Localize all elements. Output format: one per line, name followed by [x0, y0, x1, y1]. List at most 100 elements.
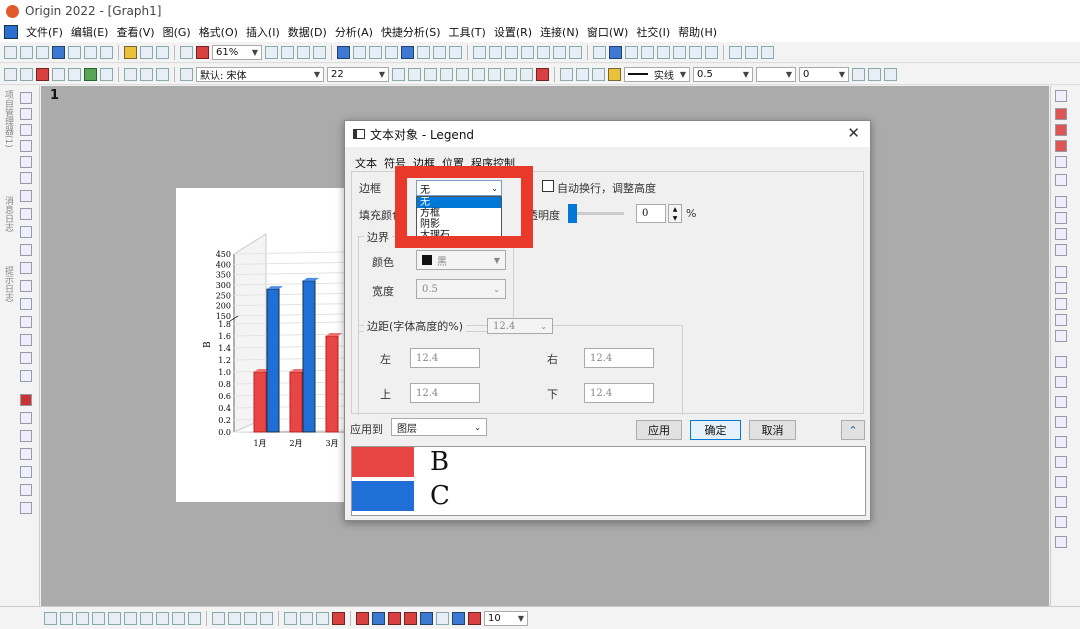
- menu-item-0[interactable]: 文件(F): [22, 24, 67, 40]
- new-matrix-icon[interactable]: [36, 45, 49, 59]
- z-axis-icon[interactable]: [625, 45, 638, 59]
- new-project-icon[interactable]: [4, 45, 17, 59]
- data-reader-icon[interactable]: [20, 172, 32, 184]
- plot-setup-icon[interactable]: [84, 67, 97, 81]
- right-margin-input[interactable]: 12.4: [584, 348, 654, 368]
- save-icon[interactable]: [140, 45, 153, 59]
- more-tools-icon[interactable]: [1055, 536, 1067, 548]
- same-height-icon[interactable]: [1055, 298, 1067, 310]
- font-combo[interactable]: 默认: 宋体 ▼: [196, 66, 324, 82]
- region-draw-icon[interactable]: [20, 334, 32, 346]
- object-manager-icon[interactable]: [1055, 90, 1067, 102]
- paste-icon[interactable]: [156, 67, 169, 81]
- menu-item-4[interactable]: 格式(O): [195, 24, 242, 40]
- align-right-icon[interactable]: [1055, 212, 1067, 224]
- project-explorer-tab[interactable]: 项目管理器(1): [2, 90, 14, 148]
- statistics-icon[interactable]: [489, 45, 502, 59]
- insert-image-icon[interactable]: [20, 448, 32, 460]
- bottom-margin-input[interactable]: 12.4: [584, 383, 654, 403]
- back-icon[interactable]: [1055, 330, 1067, 342]
- line-style-combo[interactable]: 实线 ▼: [624, 66, 690, 82]
- plot-scatter-icon[interactable]: [1055, 140, 1067, 152]
- script-window-icon[interactable]: [369, 45, 382, 59]
- 3d-wire-icon[interactable]: [260, 611, 273, 625]
- cancel-button[interactable]: 取消: [749, 420, 796, 440]
- menu-item-5[interactable]: 插入(I): [242, 24, 284, 40]
- graph-window-icon[interactable]: [401, 45, 414, 59]
- arrow-tool-icon[interactable]: [20, 244, 32, 256]
- contour-plot-icon[interactable]: [140, 611, 153, 625]
- new-layout-icon[interactable]: [84, 45, 97, 59]
- grid-snap-icon[interactable]: [1055, 496, 1067, 508]
- pattern-combo[interactable]: ▼: [756, 66, 796, 82]
- ternary-plot-icon[interactable]: [188, 611, 201, 625]
- 3d-scatter-icon[interactable]: [244, 611, 257, 625]
- print-icon[interactable]: [265, 45, 278, 59]
- color-map-icon[interactable]: [332, 611, 345, 625]
- zoom-combo[interactable]: 61% ▼: [212, 44, 262, 60]
- superscript-icon[interactable]: [440, 67, 453, 81]
- bar-chart-icon[interactable]: [521, 45, 534, 59]
- 3d-bar-icon[interactable]: [228, 611, 241, 625]
- width-select[interactable]: 0.5 ⌄: [416, 279, 506, 299]
- line-color-icon[interactable]: [592, 67, 605, 81]
- apply-to-select[interactable]: 图层 ⌄: [391, 418, 487, 436]
- align-icon[interactable]: [520, 67, 533, 81]
- app-menu-icon[interactable]: [4, 25, 18, 39]
- layer-content-icon[interactable]: [52, 67, 65, 81]
- layer-arrange-icon[interactable]: [1055, 356, 1067, 368]
- template-library-icon[interactable]: [284, 611, 297, 625]
- export-icon[interactable]: [313, 45, 326, 59]
- pointer-tool-icon[interactable]: [20, 92, 32, 104]
- grid-icon[interactable]: [884, 67, 897, 81]
- collapse-icon[interactable]: ⌃: [841, 420, 865, 440]
- opacity-input[interactable]: 0: [636, 204, 666, 223]
- symbol-star-icon[interactable]: [468, 611, 481, 625]
- menu-item-10[interactable]: 设置(R): [490, 24, 536, 40]
- flip-icon[interactable]: [1055, 456, 1067, 468]
- refresh-icon[interactable]: [281, 45, 294, 59]
- x-axis-icon[interactable]: [593, 45, 606, 59]
- rescale-icon[interactable]: [36, 67, 49, 81]
- insert-equation-icon[interactable]: [20, 412, 32, 424]
- polar-plot-icon[interactable]: [172, 611, 185, 625]
- align-left-icon[interactable]: [1055, 196, 1067, 208]
- menu-item-8[interactable]: 快捷分析(S): [377, 24, 445, 40]
- greek-icon[interactable]: [472, 67, 485, 81]
- insert-object-icon[interactable]: [20, 466, 32, 478]
- menu-item-1[interactable]: 编辑(E): [67, 24, 113, 40]
- apply-button[interactable]: 应用: [636, 420, 682, 440]
- messages-log-tab[interactable]: 消息日志: [2, 196, 14, 232]
- properties-icon[interactable]: [1055, 516, 1067, 528]
- layer-number[interactable]: 1: [50, 88, 59, 103]
- area-plot-icon[interactable]: [108, 611, 121, 625]
- opacity-spinner[interactable]: ▲ ▼: [668, 204, 682, 223]
- graph-page[interactable]: 0.0 0.2 0.4 0.6 0.8 1.0 1.2 1.4 1.6 1.8 150 200 250 3…: [176, 188, 347, 502]
- column-label-icon[interactable]: [641, 45, 654, 59]
- ungroup-objects-icon[interactable]: [1055, 396, 1067, 408]
- graph-template-icon[interactable]: [4, 67, 17, 81]
- snap-icon[interactable]: [1055, 476, 1067, 488]
- symbol-blue-icon[interactable]: [372, 611, 385, 625]
- swap-icon[interactable]: [729, 45, 742, 59]
- arrow-right-icon[interactable]: [745, 45, 758, 59]
- menu-item-9[interactable]: 工具(T): [445, 24, 490, 40]
- move-left-icon[interactable]: [673, 45, 686, 59]
- plot-line-icon[interactable]: [1055, 124, 1067, 136]
- autowrap-checkbox[interactable]: [542, 180, 554, 192]
- copy-page-icon[interactable]: [297, 45, 310, 59]
- layout-icon[interactable]: [300, 611, 313, 625]
- ok-button[interactable]: 确定: [690, 420, 741, 440]
- add-layer-icon[interactable]: [417, 45, 430, 59]
- code-builder-icon[interactable]: [385, 45, 398, 59]
- border-icon[interactable]: [868, 67, 881, 81]
- menu-item-14[interactable]: 帮助(H): [674, 24, 721, 40]
- opacity-slider-thumb[interactable]: [568, 204, 577, 223]
- merge-graph-icon[interactable]: [433, 45, 446, 59]
- results-log-icon[interactable]: [353, 45, 366, 59]
- pattern-icon[interactable]: [576, 67, 589, 81]
- group-icon[interactable]: [100, 67, 113, 81]
- 3d-surface-icon[interactable]: [212, 611, 225, 625]
- layer-template-icon[interactable]: [20, 67, 33, 81]
- menu-item-7[interactable]: 分析(A): [331, 24, 377, 40]
